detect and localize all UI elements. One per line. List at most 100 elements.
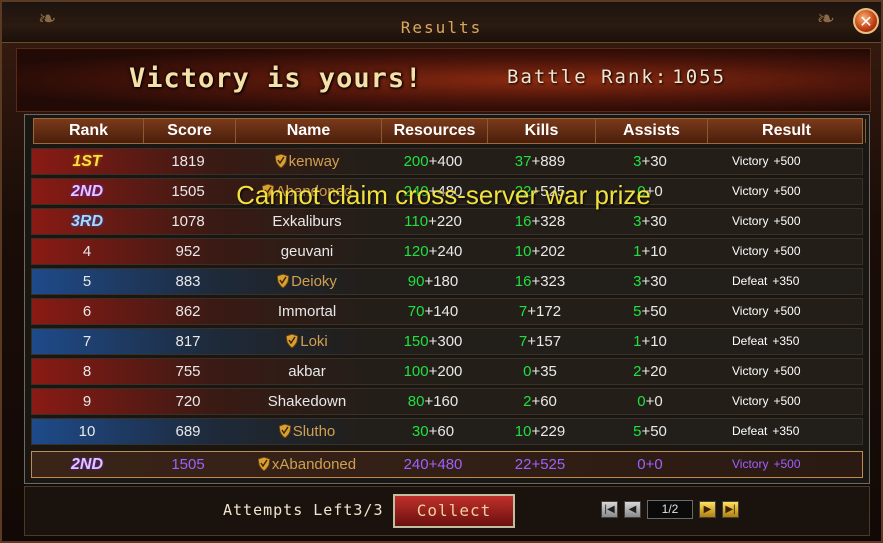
window-title: Results	[400, 18, 483, 37]
resources-cell: 120+240	[380, 239, 486, 264]
rank-cell: 10	[32, 419, 142, 444]
assists-cell-base: 0	[637, 456, 646, 473]
result-label: Victory	[732, 214, 769, 228]
assists-cell: 3+30	[594, 209, 706, 234]
assists-cell-bonus: +0	[645, 183, 663, 200]
assists-cell-bonus: +0	[645, 456, 663, 473]
result-cell: Victory +500	[706, 149, 864, 174]
rank-cell: 6	[32, 299, 142, 324]
rank-value: 5	[82, 273, 92, 290]
table-header: Rank Score Name Resources Kills Assists Result	[33, 118, 866, 144]
resources-cell-base: 110	[404, 213, 429, 230]
page-indicator: 1/2	[647, 500, 693, 519]
rank-value: 7	[82, 333, 92, 350]
assists-cell: 0+0	[594, 389, 706, 414]
kills-cell: 7+172	[486, 299, 594, 324]
score-cell: 1078	[171, 213, 205, 230]
rank-cell: 5	[32, 269, 142, 294]
result-cell: Victory +500	[706, 452, 864, 477]
resources-cell-base: 30	[411, 423, 429, 440]
assists-cell-bonus: +30	[641, 273, 667, 290]
first-page-icon[interactable]: |◀	[601, 501, 618, 518]
guild-shield-icon	[286, 334, 299, 348]
assists-cell: 3+30	[594, 269, 706, 294]
result-label: Victory	[732, 304, 769, 318]
player-name[interactable]: Slutho	[293, 423, 336, 440]
kills-cell-base: 10	[514, 243, 532, 260]
assists-cell: 2+20	[594, 359, 706, 384]
resources-cell: 150+300	[380, 329, 486, 354]
player-name[interactable]: Exkaliburs	[272, 213, 341, 230]
kills-cell-bonus: +323	[531, 273, 566, 290]
table-row: 9 720 Shakedown 80+160 2+60 0+0 Victory +500	[31, 388, 863, 415]
score-cell: 1819	[171, 153, 205, 170]
assists-cell: 0+0	[594, 452, 706, 477]
kills-cell: 2+60	[486, 389, 594, 414]
kills-cell-base: 7	[518, 333, 528, 350]
prev-page-icon[interactable]: ◀	[624, 501, 641, 518]
result-label: Victory	[732, 394, 769, 408]
victory-headline: Victory is yours!	[129, 63, 423, 94]
assists-cell-base: 0	[637, 183, 646, 200]
score-cell: 862	[175, 303, 201, 320]
table-row: 6 862 Immortal 70+140 7+172 5+50 Victory +500	[31, 298, 863, 325]
kills-cell-bonus: +60	[531, 393, 557, 410]
player-name[interactable]: geuvani	[281, 243, 334, 260]
rank-value: 6	[82, 303, 92, 320]
kills-cell: 16+323	[486, 269, 594, 294]
table-row: 7 817 Loki 150+300 7+157 1+10 Defeat +350	[31, 328, 863, 355]
result-label: Defeat	[732, 334, 768, 348]
resources-cell: 240+480	[380, 452, 486, 477]
battle-rank: Battle Rank: 1055	[507, 66, 726, 88]
player-name[interactable]: Abandoned	[276, 183, 353, 200]
kills-cell: 10+229	[486, 419, 594, 444]
assists-cell: 0+0	[594, 179, 706, 204]
result-bonus: +500	[773, 304, 801, 318]
resources-cell-base: 150	[403, 333, 429, 350]
result-banner: Victory is yours! Battle Rank: 1055	[16, 48, 871, 112]
result-cell: Victory +500	[706, 239, 864, 264]
column-header-name: Name	[236, 119, 382, 143]
assists-cell: 5+50	[594, 419, 706, 444]
resources-cell-bonus: +140	[424, 303, 459, 320]
close-button[interactable]: ✕	[853, 8, 879, 34]
player-name[interactable]: Immortal	[278, 303, 336, 320]
name-cell: Abandoned	[234, 179, 380, 204]
resources-cell-base: 70	[407, 303, 425, 320]
assists-cell-base: 0	[637, 393, 646, 410]
player-name[interactable]: akbar	[288, 363, 326, 380]
resources-cell-base: 120	[403, 243, 429, 260]
attempts-left: Attempts Left3/3	[223, 501, 384, 519]
player-name[interactable]: Deioky	[291, 273, 337, 290]
score-cell: 1505	[171, 456, 205, 473]
resources-cell-bonus: +300	[428, 333, 463, 350]
resources-cell-bonus: +180	[424, 273, 459, 290]
collect-button[interactable]: Collect	[393, 494, 515, 528]
resources-cell-base: 240	[403, 183, 429, 200]
assists-cell-bonus: +30	[641, 153, 667, 170]
resources-cell-bonus: +480	[428, 183, 463, 200]
result-bonus: +500	[773, 364, 801, 378]
next-page-icon[interactable]: ▶	[699, 501, 716, 518]
kills-cell-base: 16	[514, 213, 532, 230]
assists-cell-bonus: +10	[641, 333, 667, 350]
result-label: Victory	[732, 457, 769, 471]
result-label: Victory	[732, 364, 769, 378]
resources-cell-base: 200	[403, 153, 429, 170]
player-name[interactable]: xAbandoned	[272, 456, 356, 473]
player-name[interactable]: Shakedown	[268, 393, 346, 410]
guild-shield-icon	[274, 154, 287, 168]
rank-cell: 3RD	[32, 209, 142, 234]
player-name[interactable]: Loki	[300, 333, 328, 350]
player-name[interactable]: kenway	[289, 153, 340, 170]
rank-value: 2ND	[70, 183, 103, 200]
kills-cell: 7+157	[486, 329, 594, 354]
kills-cell-bonus: +328	[531, 213, 566, 230]
last-page-icon[interactable]: ▶|	[722, 501, 739, 518]
kills-cell-bonus: +525	[531, 456, 566, 473]
kills-cell-base: 10	[514, 423, 532, 440]
assists-cell: 1+10	[594, 329, 706, 354]
assists-cell: 1+10	[594, 239, 706, 264]
assists-cell-bonus: +50	[641, 303, 667, 320]
kills-cell: 16+328	[486, 209, 594, 234]
